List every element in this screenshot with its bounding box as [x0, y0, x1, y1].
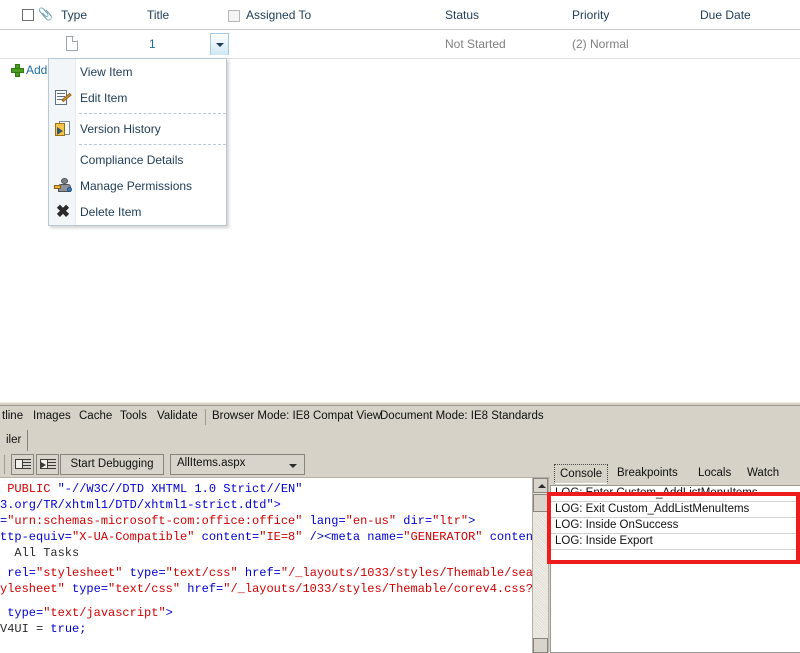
- menu-item-version-history[interactable]: Version History: [49, 116, 226, 142]
- menu-validate[interactable]: Validate: [157, 410, 198, 422]
- menu-item-label: Version History: [80, 122, 161, 136]
- browser-content-area: 📎 Type Title Assigned To Status Priority…: [0, 0, 800, 401]
- console-message-row[interactable]: LOG: Exit Custom_AddListMenuItems: [551, 502, 800, 518]
- tab-console[interactable]: Console: [554, 464, 609, 484]
- tab-breakpoints[interactable]: Breakpoints: [612, 464, 683, 484]
- menu-item-label: Edit Item: [80, 91, 128, 105]
- menu-cache[interactable]: Cache: [79, 410, 112, 422]
- menu-item-label: View Item: [80, 65, 133, 79]
- source-code-line: PUBLIC "-//W3C//DTD XHTML 1.0 Strict//EN…: [0, 482, 303, 496]
- source-code-line: rel="stylesheet" type="text/css" href="/…: [0, 566, 549, 580]
- menu-images[interactable]: Images: [33, 410, 71, 422]
- select-all-checkbox[interactable]: [22, 9, 34, 21]
- menu-item-label: Compliance Details: [80, 153, 184, 167]
- attachment-icon: 📎: [38, 7, 53, 21]
- context-menu-separator: [79, 113, 226, 114]
- manage-permissions-icon: [54, 177, 72, 195]
- list-header-row: 📎 Type Title Assigned To Status Priority…: [0, 0, 800, 30]
- context-menu-separator: [79, 144, 226, 145]
- console-message-row[interactable]: LOG: Inside Export: [551, 534, 800, 550]
- console-message-row[interactable]: LOG: Inside OnSuccess: [551, 518, 800, 534]
- delete-item-icon: ✖: [55, 202, 71, 221]
- script-file-value: AllItems.aspx: [177, 457, 246, 469]
- source-code-line: All Tasks: [0, 546, 80, 560]
- menu-outline[interactable]: tline: [2, 410, 23, 422]
- menu-item-manage-permissions[interactable]: Manage Permissions: [49, 173, 226, 199]
- sharepoint-task-list: 📎 Type Title Assigned To Status Priority…: [0, 0, 800, 77]
- document-mode-label[interactable]: Document Mode: IE8 Standards: [380, 410, 544, 422]
- table-row[interactable]: 1 Not Started (2) Normal: [0, 30, 800, 59]
- row-priority: (2) Normal: [572, 37, 629, 51]
- column-header-assigned-to[interactable]: Assigned To: [246, 8, 311, 22]
- start-debugging-button[interactable]: Start Debugging: [60, 454, 164, 475]
- inspect-element-icon: [15, 458, 31, 472]
- tab-watch[interactable]: Watch: [742, 464, 784, 484]
- column-header-priority[interactable]: Priority: [572, 8, 609, 22]
- source-code-line: ylesheet" type="text/css" href="/_layout…: [0, 582, 549, 596]
- script-file-select[interactable]: AllItems.aspx: [170, 454, 305, 475]
- console-tabstrip: Console Breakpoints Locals Watch: [550, 464, 800, 485]
- menu-tools[interactable]: Tools: [120, 410, 147, 422]
- item-context-menu: View Item Edit Item Version History Comp…: [48, 58, 227, 226]
- script-source-pane[interactable]: PUBLIC "-//W3C//DTD XHTML 1.0 Strict//EN…: [0, 478, 549, 653]
- column-header-type[interactable]: Type: [61, 8, 87, 22]
- plus-icon: [11, 64, 24, 77]
- scrollbar-track[interactable]: [533, 513, 548, 637]
- console-message-row[interactable]: LOG: Enter Custom_AddListMenuItems: [551, 486, 800, 502]
- menubar-separator: [205, 409, 206, 425]
- devtools-splitter[interactable]: [0, 402, 800, 406]
- add-new-item-label[interactable]: Add: [26, 63, 47, 77]
- devtools-menubar: tline Images Cache Tools Validate Browse…: [0, 407, 800, 429]
- chevron-down-icon: [289, 464, 297, 468]
- document-icon: [66, 36, 78, 51]
- scroll-up-button[interactable]: [533, 478, 548, 493]
- scrollbar-thumb[interactable]: [533, 494, 548, 512]
- source-vertical-scrollbar[interactable]: [532, 478, 548, 653]
- select-element-icon: [40, 458, 56, 472]
- browser-mode-label[interactable]: Browser Mode: IE8 Compat View: [212, 410, 381, 422]
- select-element-by-click-button[interactable]: [36, 454, 59, 475]
- source-code-line: ="urn:schemas-microsoft-com:office:offic…: [0, 514, 476, 528]
- source-code-line: ttp-equiv="X-UA-Compatible" content="IE=…: [0, 530, 548, 544]
- menu-item-view-item[interactable]: View Item: [49, 59, 226, 85]
- menu-item-compliance-details[interactable]: Compliance Details: [49, 147, 226, 173]
- menu-item-delete-item[interactable]: ✖ Delete Item: [49, 199, 226, 225]
- menu-item-edit-item[interactable]: Edit Item: [49, 85, 226, 111]
- toolbar-separator: [4, 455, 5, 474]
- source-code-line: 3.org/TR/xhtml1/DTD/xhtml1-strict.dtd">: [0, 498, 281, 512]
- column-header-status[interactable]: Status: [445, 8, 479, 22]
- inspect-element-button[interactable]: [11, 454, 34, 475]
- column-header-title[interactable]: Title: [147, 8, 169, 22]
- console-message-list[interactable]: LOG: Enter Custom_AddListMenuItems LOG: E…: [550, 485, 800, 653]
- tab-locals[interactable]: Locals: [693, 464, 736, 484]
- tab-profiler[interactable]: iler: [0, 430, 29, 451]
- source-code-line: V4UI = true;: [0, 622, 87, 636]
- edit-item-icon: [54, 89, 72, 107]
- assigned-to-checkbox[interactable]: [228, 10, 240, 22]
- row-status: Not Started: [445, 37, 506, 51]
- column-header-due-date[interactable]: Due Date: [700, 8, 751, 22]
- menu-item-label: Manage Permissions: [80, 179, 193, 193]
- developer-tools-window: tline Images Cache Tools Validate Browse…: [0, 401, 800, 653]
- devtools-tabstrip: iler: [0, 429, 800, 451]
- source-code-line: type="text/javascript">: [0, 606, 173, 620]
- scroll-down-button[interactable]: [533, 638, 548, 653]
- row-context-menu-button[interactable]: [210, 33, 229, 55]
- console-pane: Console Breakpoints Locals Watch LOG: En…: [550, 464, 800, 653]
- version-history-icon: [54, 120, 72, 138]
- menu-item-label: Delete Item: [80, 205, 142, 219]
- chevron-down-icon: [215, 43, 224, 47]
- row-title[interactable]: 1: [149, 37, 156, 51]
